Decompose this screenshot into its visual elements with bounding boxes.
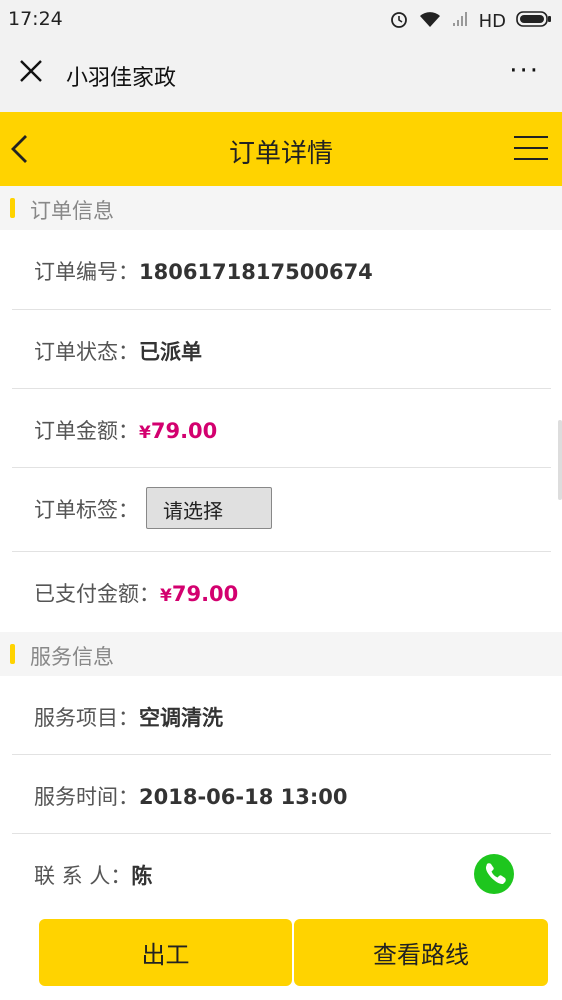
app-title: 小羽佳家政 — [66, 66, 177, 91]
contact-row: 联 系 人：陈 — [12, 834, 551, 908]
service-time-row: 服务时间：2018-06-18 13:00 — [12, 755, 551, 834]
section-marker — [10, 644, 15, 664]
battery-icon — [516, 10, 552, 33]
order-info-title: 订单信息 — [30, 199, 114, 223]
currency-symbol: ¥ — [160, 586, 172, 606]
order-amount-field: 订单金额：¥79.00 — [34, 415, 217, 445]
view-route-button[interactable]: 查看路线 — [294, 919, 548, 986]
order-status-row: 订单状态：已派单 — [12, 310, 551, 389]
order-tag-label: 订单标签： — [34, 498, 139, 522]
network-type: HD — [478, 11, 506, 32]
order-status-value: 已派单 — [139, 340, 202, 364]
service-time-label: 服务时间： — [34, 785, 139, 809]
paid-amount-row: 已支付金额：¥79.00 — [12, 552, 551, 632]
order-amount-label: 订单金额： — [34, 419, 139, 443]
paid-amount-field: 已支付金额：¥79.00 — [34, 578, 238, 608]
service-time-value: 2018-06-18 13:00 — [139, 785, 348, 809]
order-tag-select[interactable]: 请选择 — [146, 487, 272, 529]
close-icon[interactable] — [18, 58, 44, 84]
service-item-label: 服务项目： — [34, 706, 139, 730]
currency-symbol: ¥ — [139, 423, 151, 443]
contact-label: 联 系 人： — [34, 864, 132, 888]
section-marker — [10, 198, 15, 218]
order-amount-row: 订单金额：¥79.00 — [12, 389, 551, 468]
paid-amount-label: 已支付金额： — [34, 582, 160, 606]
service-item-field: 服务项目：空调清洗 — [34, 702, 223, 732]
page-header: 订单详情 — [0, 112, 562, 186]
start-work-button[interactable]: 出工 — [39, 919, 292, 986]
page-title: 订单详情 — [228, 139, 333, 169]
order-amount-value: ¥79.00 — [139, 419, 217, 443]
order-number-value: 1806171817500674 — [139, 260, 373, 284]
service-item-value: 空调清洗 — [139, 706, 223, 730]
order-status-label: 订单状态： — [34, 340, 139, 364]
phone-call-icon[interactable] — [474, 854, 514, 894]
order-amount-number: 79.00 — [150, 419, 218, 443]
order-status-field: 订单状态：已派单 — [34, 336, 202, 366]
status-icons: HD — [389, 9, 552, 34]
paid-amount-number: 79.00 — [171, 582, 239, 606]
service-info-title: 服务信息 — [30, 645, 114, 669]
hamburger-icon[interactable] — [514, 136, 548, 162]
alarm-icon — [389, 9, 409, 34]
contact-field: 联 系 人：陈 — [34, 860, 152, 890]
webview-navbar: 小羽佳家政 ··· — [0, 40, 562, 112]
wifi-icon — [419, 10, 441, 33]
signal-icon — [451, 10, 469, 33]
contact-value: 陈 — [131, 864, 153, 888]
service-item-row: 服务项目：空调清洗 — [12, 676, 551, 755]
order-number-field: 订单编号：1806171817500674 — [34, 256, 373, 286]
paid-amount-value: ¥79.00 — [160, 582, 238, 606]
service-time-field: 服务时间：2018-06-18 13:00 — [34, 781, 347, 811]
order-info-header: 订单信息 — [0, 186, 562, 230]
more-button[interactable]: ··· — [509, 56, 540, 86]
status-bar: 17:24 HD — [0, 0, 562, 40]
order-number-label: 订单编号： — [34, 260, 139, 284]
status-time: 17:24 — [8, 8, 63, 30]
order-number-row: 订单编号：1806171817500674 — [12, 230, 551, 310]
service-info-header: 服务信息 — [0, 632, 562, 676]
scrollbar[interactable] — [558, 420, 562, 500]
order-tag-row: 订单标签： 请选择 — [12, 468, 551, 552]
action-bar: 出工 查看路线 — [0, 908, 562, 1000]
